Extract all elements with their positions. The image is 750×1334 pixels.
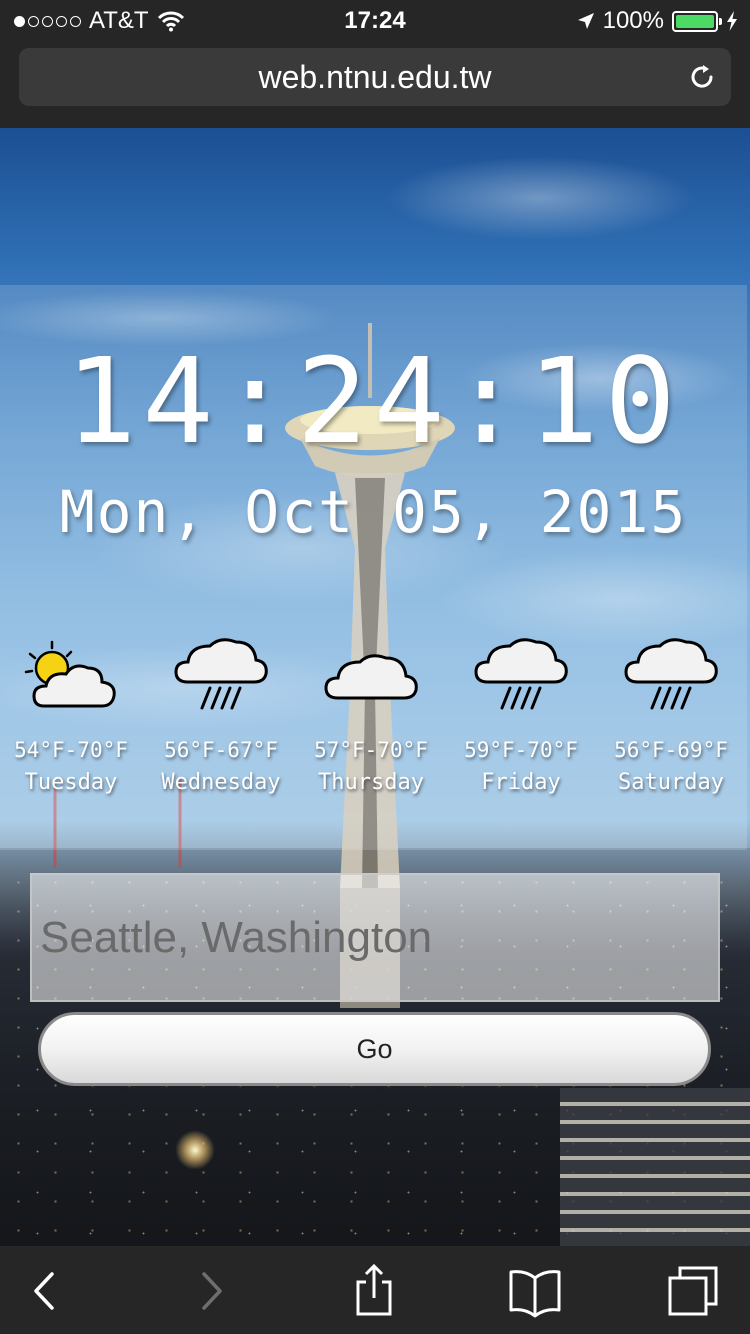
city-search-input[interactable] bbox=[30, 873, 720, 1002]
forecast-day-name: Tuesday bbox=[24, 770, 118, 795]
forecast-day-name: Wednesday bbox=[161, 770, 281, 795]
go-button[interactable]: Go bbox=[38, 1012, 711, 1086]
forecast-temp: 56°F-67°F bbox=[164, 738, 278, 762]
forecast-day-name: Thursday bbox=[318, 770, 424, 795]
battery-percent: 100% bbox=[602, 7, 664, 34]
url-text: web.ntnu.edu.tw bbox=[258, 59, 492, 95]
forecast-temp: 57°F-70°F bbox=[314, 738, 428, 762]
charging-bolt-icon bbox=[727, 11, 737, 31]
status-bar: AT&T 17:24 100% bbox=[0, 0, 750, 40]
forecast-temp: 54°F-70°F bbox=[14, 738, 128, 762]
status-right: 100% bbox=[577, 7, 738, 35]
clock-time: 14:24:10 bbox=[65, 332, 682, 470]
forecast-day: 57°F-70°F Thursday bbox=[296, 628, 446, 795]
forecast-day: 56°F-69°F Saturday bbox=[596, 628, 746, 795]
forecast-temp: 56°F-69°F bbox=[614, 738, 728, 762]
forecast-day: 56°F-67°F Wednesday bbox=[146, 628, 296, 795]
browser-top-bar: web.ntnu.edu.tw bbox=[0, 40, 750, 128]
rain-icon bbox=[174, 638, 268, 710]
forecast-list: 54°F-70°F Tuesday 56°F-67°F Wednesday 57… bbox=[0, 628, 750, 818]
battery-icon bbox=[672, 10, 722, 32]
back-icon[interactable] bbox=[16, 1264, 72, 1318]
forecast-temp: 59°F-70°F bbox=[464, 738, 578, 762]
partly-cloudy-icon bbox=[24, 640, 116, 708]
bookmarks-icon[interactable] bbox=[507, 1264, 563, 1318]
reload-icon[interactable] bbox=[687, 62, 717, 92]
forward-icon[interactable] bbox=[184, 1264, 240, 1318]
browser-toolbar bbox=[0, 1246, 750, 1334]
address-bar[interactable]: web.ntnu.edu.tw bbox=[19, 48, 731, 106]
forecast-day-name: Friday bbox=[481, 770, 561, 795]
location-arrow-icon bbox=[577, 13, 594, 29]
rain-icon bbox=[624, 638, 718, 710]
share-icon[interactable] bbox=[346, 1264, 402, 1318]
web-page: 14:24:10 Mon, Oct 05, 2015 54°F-70°F Tue… bbox=[0, 128, 750, 1246]
forecast-day: 59°F-70°F Friday bbox=[446, 628, 596, 795]
rain-icon bbox=[474, 638, 568, 710]
tabs-icon[interactable] bbox=[666, 1264, 722, 1318]
forecast-day-name: Saturday bbox=[618, 770, 724, 795]
clock-date: Mon, Oct 05, 2015 bbox=[59, 478, 688, 546]
cloudy-icon bbox=[324, 654, 418, 700]
forecast-day: 54°F-70°F Tuesday bbox=[0, 628, 146, 795]
